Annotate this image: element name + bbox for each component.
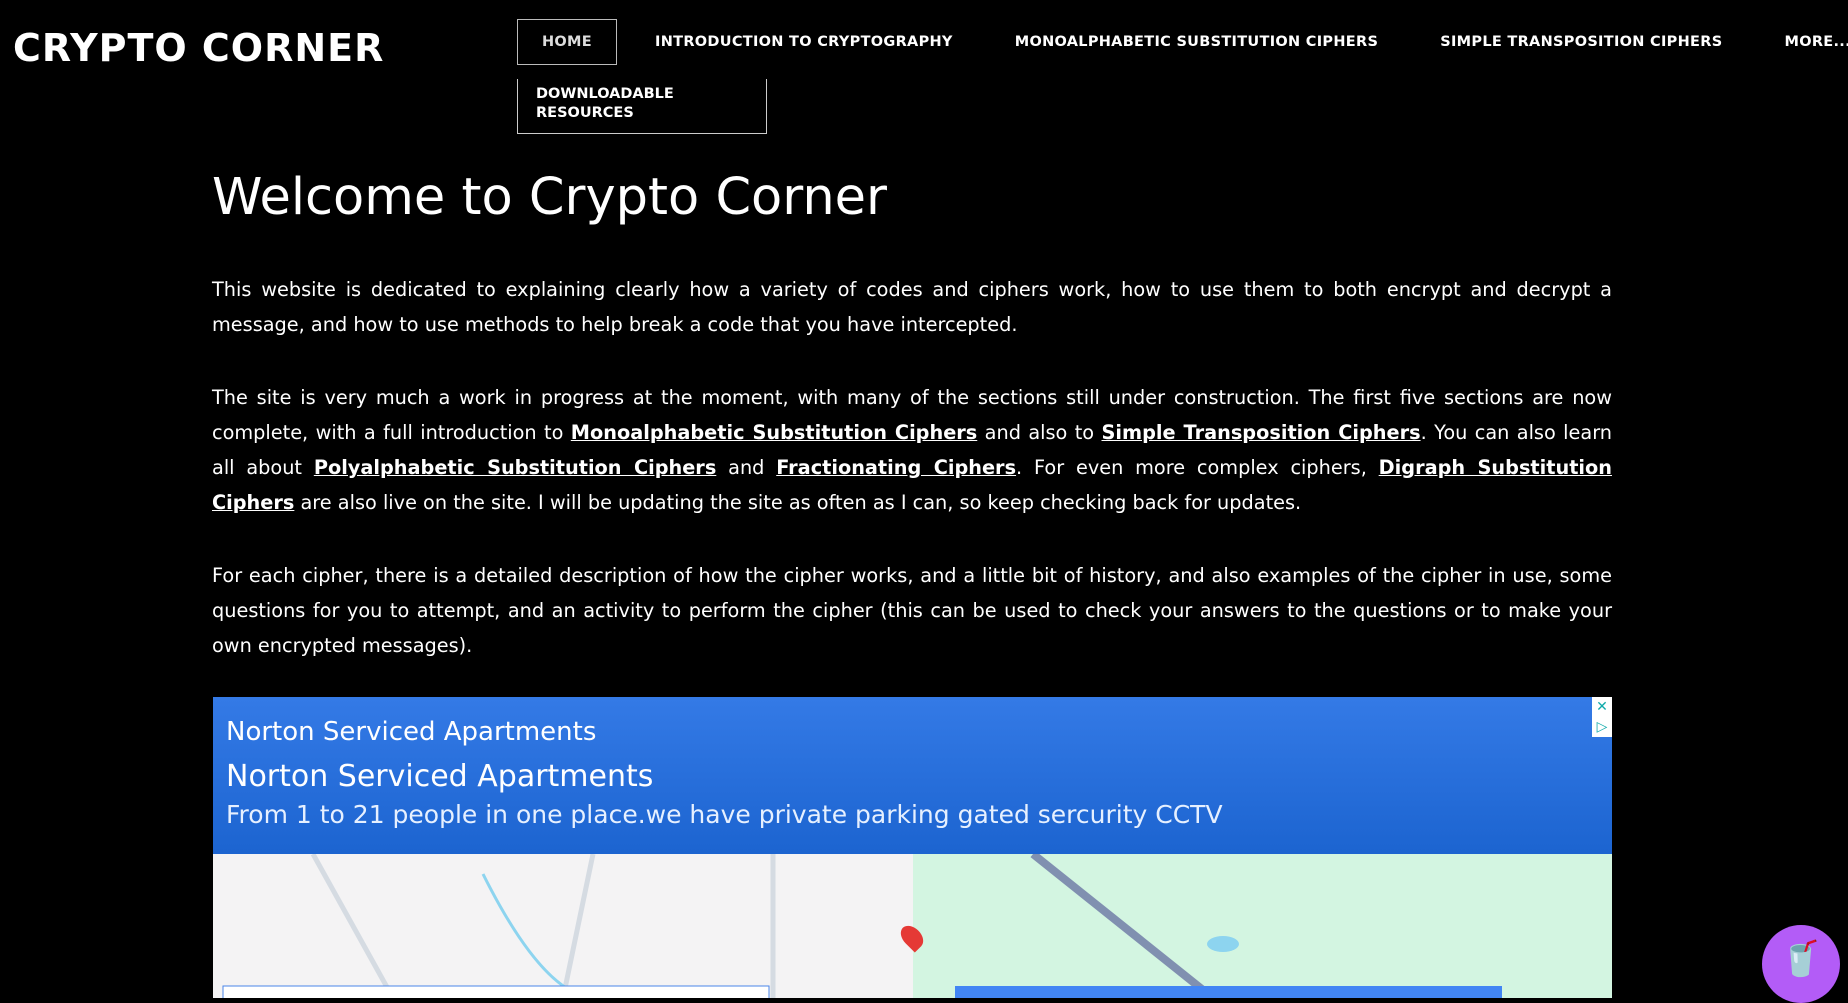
close-icon[interactable]: ✕: [1592, 697, 1612, 717]
content: This website is dedicated to explaining …: [212, 272, 1612, 701]
cipher-paragraph: For each cipher, there is a detailed des…: [212, 563, 1612, 658]
ad-advertiser[interactable]: Norton Serviced Apartments: [226, 717, 1599, 747]
nav-home[interactable]: HOME: [517, 19, 617, 65]
link-fractionating[interactable]: Fractionating Ciphers: [776, 456, 1016, 479]
cup-icon: 🥤: [1779, 939, 1823, 979]
advertisement[interactable]: Norton Serviced Apartments Norton Servic…: [213, 697, 1612, 998]
nav-intro[interactable]: INTRODUCTION TO CRYPTOGRAPHY: [655, 34, 953, 50]
site-logo[interactable]: CRYPTO CORNER: [13, 26, 384, 70]
text: . For even more complex ciphers,: [1016, 456, 1379, 480]
main-nav: HOME INTRODUCTION TO CRYPTOGRAPHY MONOAL…: [517, 19, 1848, 65]
ad-controls[interactable]: ✕ ▷: [1592, 697, 1612, 737]
nav-mono[interactable]: MONOALPHABETIC SUBSTITUTION CIPHERS: [1015, 34, 1378, 50]
link-mono[interactable]: Monoalphabetic Substitution Ciphers: [571, 421, 977, 444]
page-title: Welcome to Crypto Corner: [212, 168, 888, 227]
ad-map[interactable]: [213, 854, 1612, 998]
link-poly[interactable]: Polyalphabetic Substitution Ciphers: [314, 456, 716, 479]
ad-header[interactable]: Norton Serviced Apartments Norton Servic…: [213, 697, 1612, 854]
nav-more[interactable]: MORE...: [1784, 34, 1848, 50]
text: and also to: [977, 420, 1102, 444]
nav-downloadable-resources[interactable]: DOWNLOADABLE RESOURCES: [517, 79, 767, 134]
ad-headline[interactable]: Norton Serviced Apartments: [226, 759, 1599, 794]
ad-description[interactable]: From 1 to 21 people in one place.we have…: [226, 800, 1599, 829]
text: and: [716, 456, 777, 480]
text: are also live on the site. I will be upd…: [294, 491, 1302, 515]
adchoices-icon[interactable]: ▷: [1592, 717, 1612, 737]
nav-simple[interactable]: SIMPLE TRANSPOSITION CIPHERS: [1440, 34, 1722, 50]
progress-paragraph: The site is very much a work in progress…: [212, 380, 1612, 521]
link-simple[interactable]: Simple Transposition Ciphers: [1102, 421, 1421, 444]
intro-paragraph: This website is dedicated to explaining …: [212, 278, 1612, 337]
buy-me-a-coffee-button[interactable]: 🥤: [1762, 925, 1840, 1003]
